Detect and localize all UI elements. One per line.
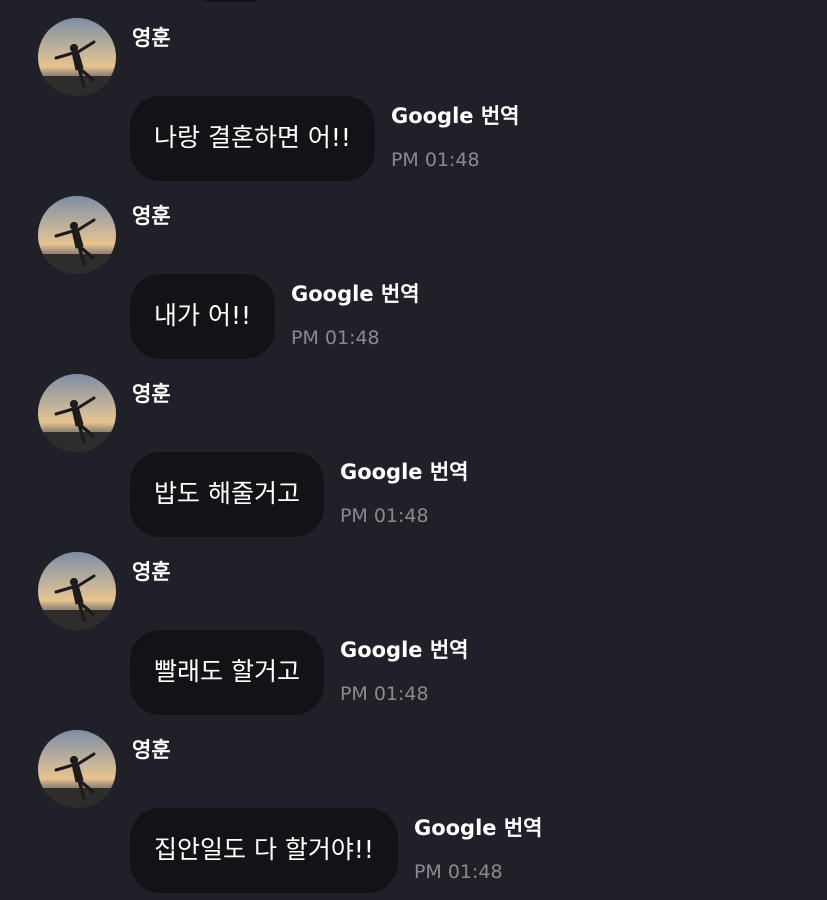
message-bubble[interactable]: 밥도 해줄거고 (130, 452, 324, 537)
message-meta: Google 번역 PM 01:48 (340, 458, 469, 528)
avatar-photo-silhouette (38, 730, 116, 808)
chat-message: 영훈 밥도 해줄거고 Google 번역 PM 01:48 (0, 356, 827, 537)
message-bubble[interactable]: 내가 어!! (130, 274, 275, 359)
google-translate-link[interactable]: Google 번역 (291, 280, 420, 308)
avatar-photo-silhouette (38, 374, 116, 452)
avatar[interactable] (38, 374, 116, 452)
sender-name: 영훈 (132, 382, 171, 406)
avatar-photo-silhouette (38, 196, 116, 274)
chat-message: 영훈 나랑 결혼하면 어!! Google 번역 PM 01:48 (0, 0, 827, 181)
chat-message: 영훈 집안일도 다 할거야!! Google 번역 PM 01:48 (0, 712, 827, 893)
message-bubble[interactable]: 집안일도 다 할거야!! (130, 808, 398, 893)
chat-message: 영훈 빨래도 할거고 Google 번역 PM 01:48 (0, 534, 827, 715)
avatar-photo-silhouette (38, 552, 116, 630)
sender-name: 영훈 (132, 738, 171, 762)
google-translate-link[interactable]: Google 번역 (340, 458, 469, 486)
message-meta: Google 번역 PM 01:48 (291, 280, 420, 350)
avatar[interactable] (38, 18, 116, 96)
message-timestamp: PM 01:48 (291, 327, 380, 349)
message-meta: Google 번역 PM 01:48 (414, 814, 543, 884)
google-translate-link[interactable]: Google 번역 (340, 636, 469, 664)
message-row: 내가 어!! Google 번역 PM 01:48 (130, 274, 420, 359)
message-timestamp: PM 01:48 (390, 149, 480, 171)
message-timestamp: PM 01:48 (339, 505, 429, 527)
message-timestamp: PM 01:48 (413, 861, 503, 883)
message-timestamp: PM 01:48 (339, 683, 429, 705)
google-translate-link[interactable]: Google 번역 (391, 102, 520, 130)
avatar[interactable] (38, 196, 116, 274)
google-translate-link[interactable]: Google 번역 (414, 814, 543, 842)
message-row: 빨래도 할거고 Google 번역 PM 01:48 (130, 630, 468, 715)
message-row: 집안일도 다 할거야!! Google 번역 PM 01:48 (130, 808, 542, 893)
message-meta: Google 번역 PM 01:48 (340, 636, 469, 706)
sender-name: 영훈 (132, 560, 171, 584)
sender-name: 영훈 (132, 204, 171, 228)
avatar[interactable] (38, 730, 116, 808)
message-row: 밥도 해줄거고 Google 번역 PM 01:48 (130, 452, 468, 537)
message-bubble[interactable]: 빨래도 할거고 (130, 630, 324, 715)
avatar[interactable] (38, 552, 116, 630)
chat-message: 영훈 내가 어!! Google 번역 PM 01:48 (0, 178, 827, 359)
avatar-photo-silhouette (38, 18, 116, 96)
message-bubble[interactable]: 나랑 결혼하면 어!! (130, 96, 375, 181)
sender-name: 영훈 (132, 26, 171, 50)
message-meta: Google 번역 PM 01:48 (391, 102, 520, 172)
message-row: 나랑 결혼하면 어!! Google 번역 PM 01:48 (130, 96, 519, 181)
chat-message-list[interactable]: 영훈 나랑 결혼하면 어!! Google 번역 PM 01:48 영훈 내가 … (0, 0, 827, 900)
